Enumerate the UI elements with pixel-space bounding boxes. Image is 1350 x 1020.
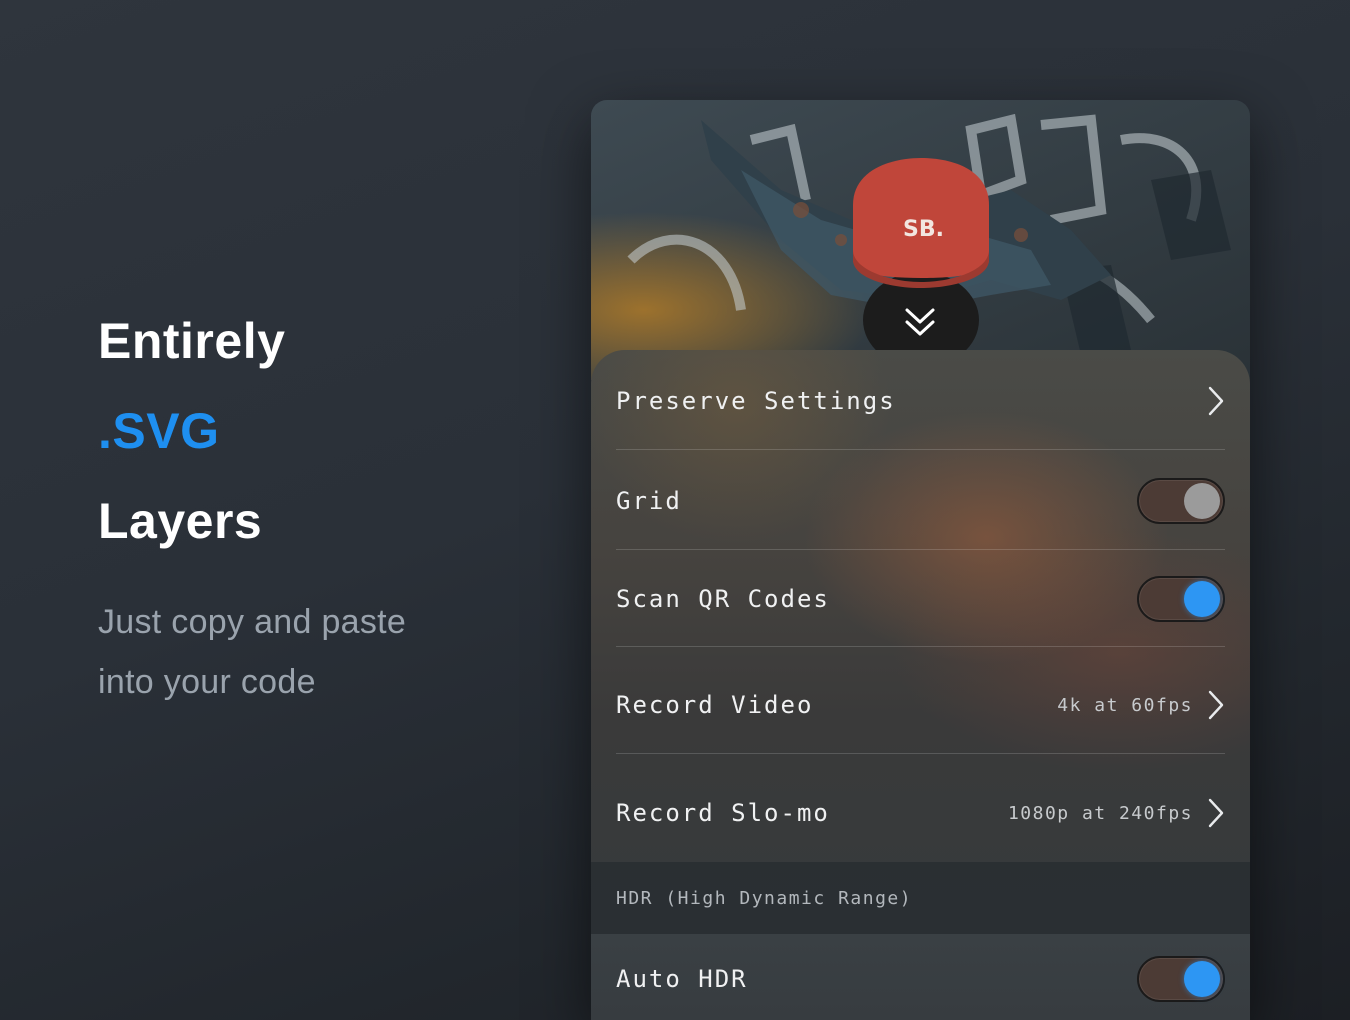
camera-preview-photo: SB. (591, 100, 1250, 380)
scan-qr-toggle[interactable] (1137, 576, 1225, 622)
preserve-settings-label: Preserve Settings (616, 387, 896, 415)
record-video-label: Record Video (616, 691, 814, 719)
scan-qr-label: Scan QR Codes (616, 585, 830, 613)
settings-row-preserve[interactable]: Preserve Settings (616, 372, 1225, 430)
chevron-right-icon[interactable] (1207, 797, 1225, 829)
record-video-value: 4k at 60fps (1057, 694, 1193, 716)
chevron-right-icon[interactable] (1207, 385, 1225, 417)
settings-row-auto-hdr[interactable]: Auto HDR (616, 950, 1225, 1008)
promo-text: Entirely .SVG Layers Just copy and paste… (98, 296, 518, 712)
chevron-right-icon[interactable] (1207, 689, 1225, 721)
tagline-line-2: into your code (98, 663, 316, 701)
settings-sheet: Preserve Settings Grid Scan QR Codes Rec… (591, 350, 1250, 1020)
settings-row-record-slomo[interactable]: Record Slo-mo 1080p at 240fps (616, 784, 1225, 842)
record-slomo-value: 1080p at 240fps (1007, 802, 1193, 824)
divider (616, 549, 1225, 550)
auto-hdr-toggle[interactable] (1137, 956, 1225, 1002)
headline-svg: .SVG (98, 403, 220, 459)
settings-row-scan-qr[interactable]: Scan QR Codes (616, 570, 1225, 628)
divider (616, 646, 1225, 647)
hdr-section-header: HDR (High Dynamic Range) (591, 862, 1250, 934)
record-slomo-label: Record Slo-mo (616, 799, 830, 827)
divider (616, 449, 1225, 450)
settings-row-record-video[interactable]: Record Video 4k at 60fps (616, 676, 1225, 734)
tagline-line-1: Just copy and paste (98, 603, 407, 641)
toggle-knob (1184, 961, 1220, 997)
toggle-knob (1184, 483, 1220, 519)
photo-illustration: SB. (591, 100, 1250, 380)
phone-screen: SB. Preserve Settings Grid Scan QR Codes (591, 100, 1250, 1020)
settings-row-grid[interactable]: Grid (616, 472, 1225, 530)
auto-hdr-label: Auto HDR (616, 965, 748, 993)
grid-label: Grid (616, 487, 682, 515)
headline-entirely: Entirely (98, 313, 286, 369)
cap-logo-text: SB. (903, 217, 944, 242)
toggle-knob (1184, 581, 1220, 617)
headline-layers: Layers (98, 493, 263, 549)
divider (616, 753, 1225, 754)
grid-toggle[interactable] (1137, 478, 1225, 524)
hdr-section-title: HDR (High Dynamic Range) (616, 887, 913, 909)
